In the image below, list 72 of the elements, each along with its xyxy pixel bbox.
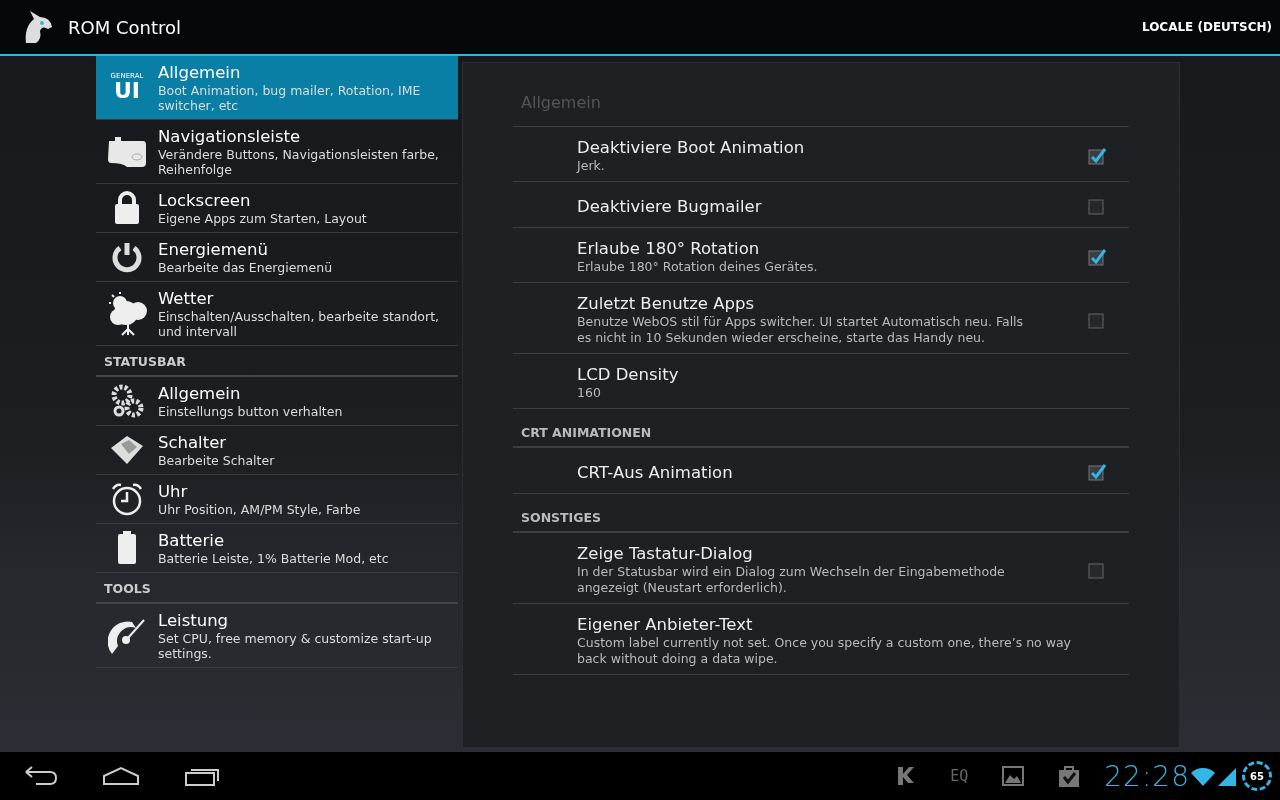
item-title: Allgemein: [158, 383, 242, 404]
preference-summary: Erlaube 180° Rotation deines Gerätes.: [577, 259, 819, 275]
sidebar-item[interactable]: Batterie Batterie Leiste, 1% Batterie Mod, etc: [96, 524, 458, 573]
preference-summary: Benutze WebOS stil für Apps switcher. UI startet Automatisch neu. Falls es nicht in 10 Sekunden wieder erscheine, starte das Handy neu.: [577, 314, 1025, 346]
item-title: Navigationsleiste: [158, 126, 302, 147]
item-summary: Set CPU, free memory & customize start-up settings.: [158, 631, 433, 661]
preference-title: Zeige Tastatur-Dialog: [577, 543, 754, 564]
checked-checkbox[interactable]: [1088, 146, 1106, 165]
category-header: SONSTIGES: [513, 494, 1129, 533]
tilted-panel-icon: [109, 434, 145, 466]
checked-checkbox[interactable]: [1088, 463, 1106, 481]
item-summary: Eigene Apps zum Starten, Layout: [158, 211, 367, 226]
signal-icon: [1216, 766, 1238, 786]
sidebar-item[interactable]: Uhr Uhr Position, AM/PM Style, Farbe: [96, 475, 458, 524]
item-summary: Einschalten/Ausschalten, bearbeite standort, und intervall: [158, 309, 441, 339]
locale-button[interactable]: LOCALE (DEUTSCH): [1141, 20, 1272, 34]
battery-icon: [117, 531, 137, 565]
item-title: Schalter: [158, 432, 228, 453]
preference-title: LCD Density: [577, 364, 680, 385]
sidebar-item[interactable]: Wetter Einschalten/Ausschalten, bearbeite standort, und intervall: [96, 282, 458, 346]
item-title: Allgemein: [158, 62, 242, 83]
k-letter-icon[interactable]: [896, 765, 917, 787]
item-title: Energiemenü: [158, 239, 269, 260]
sidebar-item[interactable]: Leistung Set CPU, free memory & customize start-up settings.: [96, 604, 458, 668]
checkbox[interactable]: [1088, 560, 1106, 579]
sidebar-item[interactable]: Navigationsleiste Verändere Buttons, Navigationsleisten farbe, Reihenfolge: [96, 120, 458, 184]
item-title: Uhr: [158, 481, 189, 502]
preference-title: Erlaube 180° Rotation: [577, 238, 761, 259]
lock-icon: [114, 191, 140, 225]
preference-title: Zuletzt Benutze Apps: [577, 293, 756, 314]
preference-summary: 160: [577, 385, 602, 401]
checkbox[interactable]: [1088, 197, 1106, 215]
preference-summary: Jerk.: [577, 158, 606, 174]
shopping-bag-icon[interactable]: [1058, 764, 1081, 788]
item-summary: Einstellungs button verhalten: [158, 404, 343, 419]
item-summary: Batterie Leiste, 1% Batterie Mod, etc: [158, 551, 389, 566]
section-header: STATUSBAR: [96, 346, 458, 377]
preference-summary: In der Statusbar wird ein Dialog zum Wechseln der Eingabemethode angezeigt (Neustart erforderlich).: [577, 564, 1006, 596]
battery-indicator: 65: [1242, 761, 1272, 791]
item-title: Wetter: [158, 288, 215, 309]
sidebar-item[interactable]: Lockscreen Eigene Apps zum Starten, Layout: [96, 184, 458, 233]
cloud-tree-icon: [106, 290, 148, 337]
item-summary: Bearbeite Schalter: [158, 453, 275, 468]
preference-summary: Custom label currently not set. Once you specify a custom one, there’s no way back without doing a data wipe.: [577, 635, 1072, 667]
sidebar-item[interactable]: Energiemenü Bearbeite das Energiemenü: [96, 233, 458, 282]
equalizer-notification[interactable]: EQ: [950, 767, 969, 785]
power-icon: [111, 241, 143, 273]
alarm-clock-icon: [110, 482, 144, 516]
item-summary: Verändere Buttons, Navigationsleisten farbe, Reihenfolge: [158, 147, 440, 177]
preference-title: Eigener Anbieter-Text: [577, 614, 754, 635]
section-header: TOOLS: [96, 573, 458, 604]
app-title: ROM Control: [68, 16, 182, 38]
item-title: Lockscreen: [158, 190, 252, 211]
picture-icon[interactable]: [1002, 766, 1025, 786]
preference-title: Deaktiviere Boot Animation: [577, 137, 806, 158]
sidebar-item[interactable]: Allgemein Einstellungs button verhalten: [96, 377, 458, 426]
preference-title: Deaktiviere Bugmailer: [577, 195, 763, 217]
checked-checkbox[interactable]: [1088, 247, 1106, 266]
sidebar-item[interactable]: Schalter Bearbeite Schalter: [96, 426, 458, 475]
item-title: Batterie: [158, 530, 226, 551]
item-summary: Boot Animation, bug mailer, Rotation, IME switcher, etc: [158, 83, 422, 113]
gears-icon: [110, 384, 144, 418]
category-header: CRT ANIMATIONEN: [513, 409, 1129, 448]
item-summary: Uhr Position, AM/PM Style, Farbe: [158, 502, 361, 517]
item-summary: Bearbeite das Energiemenü: [158, 260, 333, 275]
wifi-icon: [1190, 766, 1216, 786]
checkbox[interactable]: [1088, 310, 1106, 329]
clock: 22:28: [1104, 759, 1190, 793]
home-icon[interactable]: [102, 766, 140, 786]
preference-title: CRT-Aus Animation: [577, 461, 734, 483]
tablet-icon: [107, 134, 147, 169]
item-title: Leistung: [158, 610, 230, 631]
